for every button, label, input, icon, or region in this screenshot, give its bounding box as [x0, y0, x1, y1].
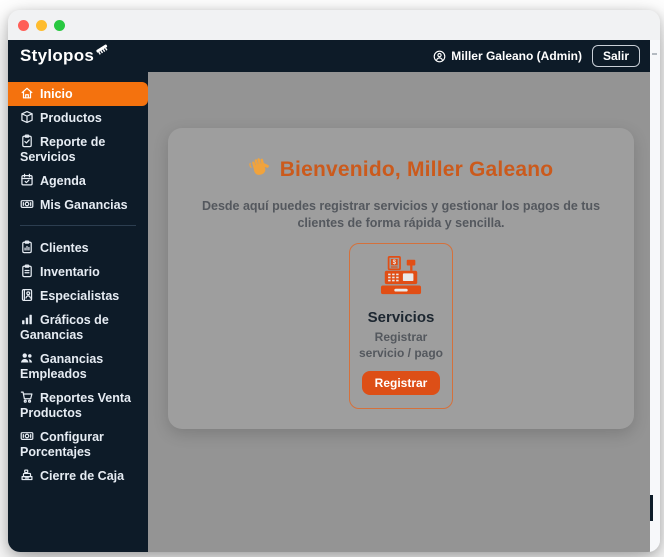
user-circle-icon: [433, 50, 446, 63]
services-tile[interactable]: $: [349, 243, 453, 409]
app-root: Stylopos Miller Galeano (Admin) Salir: [8, 40, 660, 552]
logo-comb-icon: [94, 40, 110, 60]
scrollbar-track[interactable]: [650, 40, 660, 552]
scrollbar-thumb[interactable]: [650, 495, 653, 521]
sidebar-item-inventario[interactable]: Inventario: [8, 260, 148, 284]
top-navbar: Stylopos Miller Galeano (Admin) Salir: [8, 40, 650, 72]
waving-hand-icon: [249, 156, 271, 184]
sidebar-item-productos[interactable]: Productos: [8, 106, 148, 130]
package-icon: [20, 111, 40, 125]
sidebar-item-mis-ganancias[interactable]: Mis Ganancias: [8, 193, 148, 217]
sidebar-nav: Inicio Productos Reporte de Servicios Agend…: [8, 72, 148, 552]
traffic-light-maximize-button[interactable]: [54, 20, 65, 31]
cash-register-icon: $: [378, 284, 424, 301]
clipboard-chart-icon: [20, 241, 40, 255]
sidebar-divider: [20, 225, 136, 226]
cash-icon: [20, 198, 40, 212]
sidebar-item-label: Agenda: [40, 174, 86, 188]
sidebar-item-inicio[interactable]: Inicio: [8, 82, 148, 106]
bar-chart-icon: [20, 313, 40, 327]
sidebar-item-reporte-de-servicios[interactable]: Reporte de Servicios: [8, 130, 148, 169]
address-book-icon: [20, 289, 40, 303]
sidebar-item-label: Especialistas: [40, 289, 119, 303]
cart-icon: [20, 391, 40, 405]
browser-window: Stylopos Miller Galeano (Admin) Salir: [8, 10, 660, 552]
main-content: Bienvenido, Miller Galeano Desde aquí pu…: [148, 72, 650, 552]
sidebar-item-ganancias-empleados[interactable]: Ganancias Empleados: [8, 347, 148, 386]
sidebar-item-label: Productos: [40, 111, 102, 125]
sidebar-item-reportes-venta-productos[interactable]: Reportes Venta Productos: [8, 386, 148, 425]
sidebar-item-graficos-de-ganancias[interactable]: Gráficos de Ganancias: [8, 308, 148, 347]
clipboard-check-icon: [20, 135, 40, 149]
app-logo: Stylopos: [20, 46, 108, 66]
register-service-button[interactable]: Registrar: [362, 371, 441, 395]
sidebar-item-agenda[interactable]: Agenda: [8, 169, 148, 193]
calendar-icon: [20, 174, 40, 188]
sidebar-item-label: Mis Ganancias: [40, 198, 128, 212]
sidebar-item-label: Inventario: [40, 265, 100, 279]
app-logo-text: Stylopos: [20, 46, 94, 65]
sidebar-item-label: Inicio: [40, 87, 73, 101]
svg-text:$: $: [393, 259, 397, 266]
logout-button[interactable]: Salir: [592, 45, 640, 67]
services-tile-title: Servicios: [357, 309, 445, 326]
sidebar-item-especialistas[interactable]: Especialistas: [8, 284, 148, 308]
traffic-light-close-button[interactable]: [18, 20, 29, 31]
user-menu[interactable]: Miller Galeano (Admin): [433, 49, 582, 63]
sidebar-item-cierre-de-caja[interactable]: Cierre de Caja: [8, 464, 148, 488]
welcome-card: Bienvenido, Miller Galeano Desde aquí pu…: [168, 128, 634, 429]
welcome-subtitle: Desde aquí puedes registrar servicios y …: [192, 198, 610, 232]
sidebar-item-clientes[interactable]: Clientes: [8, 236, 148, 260]
scrollbar-arrow-icon: [652, 53, 657, 55]
users-icon: [20, 352, 40, 366]
register-icon: [20, 469, 40, 483]
sidebar-item-configurar-porcentajes[interactable]: Configurar Porcentajes: [8, 425, 148, 464]
window-titlebar: [8, 10, 660, 40]
welcome-title: Bienvenido, Miller Galeano: [192, 156, 610, 184]
sidebar-item-label: Cierre de Caja: [40, 469, 124, 483]
user-name-label: Miller Galeano (Admin): [451, 49, 582, 63]
sidebar-item-label: Clientes: [40, 241, 89, 255]
welcome-title-text: Bienvenido, Miller Galeano: [280, 158, 554, 182]
cash-icon: [20, 430, 40, 444]
traffic-light-minimize-button[interactable]: [36, 20, 47, 31]
services-tile-description: Registrar servicio / pago: [357, 329, 445, 361]
home-icon: [20, 87, 40, 101]
clipboard-list-icon: [20, 265, 40, 279]
